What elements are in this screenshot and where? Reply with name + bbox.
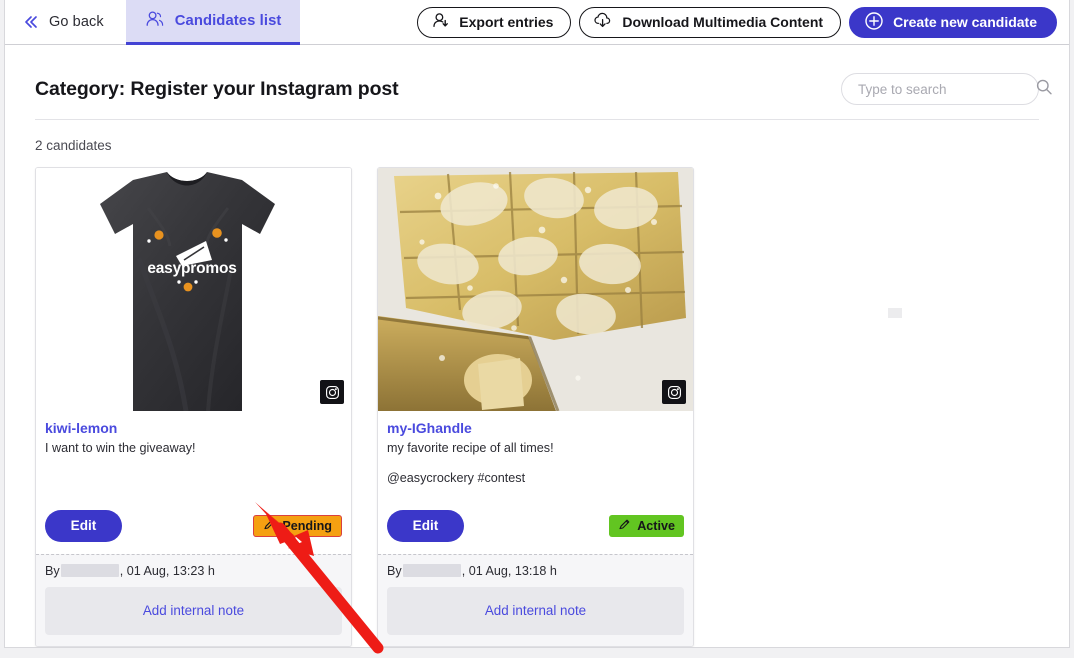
- page-header: Category: Register your Instagram post: [35, 45, 1052, 120]
- search-input[interactable]: [858, 81, 1035, 97]
- toolbar-actions: Export entries Download Multimedia Conte…: [417, 0, 1057, 44]
- export-entries-button[interactable]: Export entries: [417, 6, 572, 38]
- add-internal-note-button[interactable]: Add internal note: [45, 586, 342, 635]
- candidate-body: my-IGhandle my favorite recipe of all ti…: [378, 411, 693, 554]
- byline-prefix: By: [45, 563, 60, 578]
- candidate-actions: Edit Pending: [45, 488, 342, 554]
- go-back-button[interactable]: Go back: [5, 0, 126, 44]
- candidate-media[interactable]: [378, 168, 693, 411]
- redacted-author: [402, 564, 461, 577]
- candidates-grid: easypromos kiwi-lemon I want to win the …: [35, 167, 1039, 647]
- plus-circle-icon: [864, 11, 884, 34]
- candidate-media[interactable]: easypromos: [36, 168, 351, 411]
- tab-candidates-list[interactable]: Candidates list: [125, 0, 301, 45]
- pencil-icon: [263, 518, 276, 534]
- download-multimedia-label: Download Multimedia Content: [622, 14, 824, 30]
- byline: By , 01 Aug, 13:18 h: [387, 564, 684, 578]
- status-badge-pending[interactable]: Pending: [253, 514, 342, 537]
- candidate-actions: Edit Active: [387, 488, 684, 554]
- app-window: Go back Candidates list Export entries D…: [4, 0, 1070, 648]
- download-multimedia-button[interactable]: Download Multimedia Content: [579, 6, 842, 38]
- candidate-card[interactable]: easypromos kiwi-lemon I want to win the …: [35, 167, 352, 647]
- candidate-count: 2 candidates: [35, 138, 112, 153]
- page-title: Category: Register your Instagram post: [35, 77, 399, 100]
- candidate-description: my favorite recipe of all times!: [387, 441, 554, 455]
- instagram-icon: [662, 380, 686, 404]
- add-internal-note-button[interactable]: Add internal note: [387, 586, 684, 635]
- cloud-download-icon: [593, 11, 613, 33]
- candidate-handle[interactable]: kiwi-lemon: [45, 420, 342, 436]
- create-new-candidate-label: Create new candidate: [893, 14, 1037, 30]
- byline-suffix: , 01 Aug, 13:18 h: [461, 563, 557, 578]
- status-label: Active: [637, 518, 675, 533]
- candidate-footer: By , 01 Aug, 13:18 h Add internal note: [378, 553, 693, 646]
- chevron-double-left-icon: [23, 15, 40, 29]
- export-entries-label: Export entries: [459, 14, 554, 30]
- tab-label: Candidates list: [174, 13, 282, 29]
- byline: By , 01 Aug, 13:23 h: [45, 564, 342, 578]
- edit-button[interactable]: Edit: [387, 509, 464, 542]
- byline-prefix: By: [387, 563, 402, 578]
- tshirt-photo: easypromos: [36, 168, 351, 411]
- instagram-icon: [320, 380, 344, 404]
- redacted-author: [60, 564, 119, 577]
- candidates-icon: [145, 10, 165, 33]
- byline-suffix: , 01 Aug, 13:23 h: [119, 563, 215, 578]
- create-new-candidate-button[interactable]: Create new candidate: [849, 6, 1057, 38]
- go-back-label: Go back: [49, 14, 104, 30]
- candidate-description-secondary: @easycrockery #contest: [387, 471, 526, 486]
- svg-text:easypromos: easypromos: [147, 260, 236, 277]
- export-user-icon: [431, 11, 450, 33]
- candidate-description: I want to win the giveaway!: [45, 441, 196, 455]
- content-area: Category: Register your Instagram post 2…: [5, 45, 1069, 647]
- candidate-body: kiwi-lemon I want to win the giveaway! E…: [36, 411, 351, 554]
- search-box[interactable]: [841, 73, 1052, 105]
- status-badge-active[interactable]: Active: [609, 514, 684, 537]
- edit-button[interactable]: Edit: [45, 509, 122, 542]
- pencil-icon: [618, 518, 631, 534]
- candidate-handle[interactable]: my-IGhandle: [387, 420, 684, 436]
- candidate-footer: By , 01 Aug, 13:23 h Add internal note: [36, 553, 351, 646]
- status-label: Pending: [282, 518, 332, 533]
- search-icon[interactable]: [1035, 78, 1053, 101]
- pastry-photo: [378, 168, 693, 411]
- top-toolbar: Go back Candidates list Export entries D…: [5, 0, 1069, 45]
- candidate-card[interactable]: my-IGhandle my favorite recipe of all ti…: [377, 167, 694, 647]
- render-artifact: [888, 308, 902, 318]
